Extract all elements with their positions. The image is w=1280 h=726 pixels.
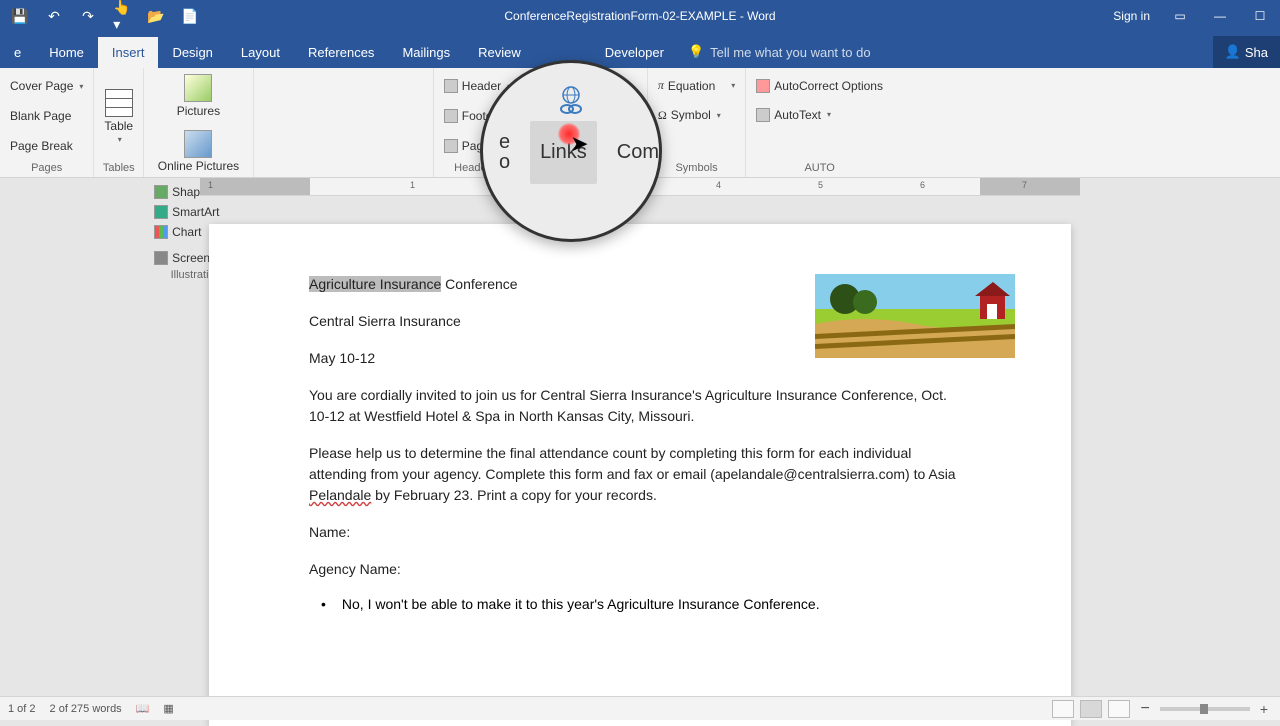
group-tables: Table▾ Tables <box>94 68 144 177</box>
doc-paragraph-2[interactable]: Please help us to determine the final at… <box>309 443 971 506</box>
header-icon <box>444 79 458 93</box>
cover-page-button[interactable]: Cover Page▾ <box>6 77 87 95</box>
group-pages: Cover Page▾ Blank Page Page Break Pages <box>0 68 94 177</box>
mag-left-text: e o <box>483 132 510 172</box>
window-title: ConferenceRegistrationForm-02-EXAMPLE - … <box>504 9 775 23</box>
maximize-icon[interactable]: ☐ <box>1250 6 1270 26</box>
tab-design[interactable]: Design <box>158 37 226 68</box>
farm-clipart[interactable] <box>815 274 1015 358</box>
zoom-out-button[interactable]: − <box>1136 700 1153 718</box>
tab-insert[interactable]: Insert <box>98 37 159 68</box>
page-break-button[interactable]: Page Break <box>6 137 87 155</box>
open-icon[interactable]: 📂 <box>148 8 164 24</box>
share-button[interactable]: 👤 Sha <box>1213 36 1280 68</box>
symbol-button[interactable]: Ω Symbol▾ <box>654 106 739 125</box>
screenshot-icon <box>154 251 168 265</box>
group-illustrations: Pictures Online Pictures Shapes▾ SmartAr… <box>144 68 254 177</box>
bullet-icon: • <box>321 596 326 612</box>
link-globe-icon <box>549 85 593 115</box>
shapes-icon <box>154 185 168 199</box>
table-icon <box>105 89 133 117</box>
pages-group-label: Pages <box>6 160 87 177</box>
tab-references[interactable]: References <box>294 37 388 68</box>
cursor-icon: ➤ <box>570 131 588 157</box>
smartart-button[interactable]: SmartArt <box>150 203 247 221</box>
title-bar: 💾 ↶ ↷ 👆▾ 📂 📄 ConferenceRegistrationForm-… <box>0 0 1280 32</box>
magnifier-overlay: e o Links ➤ Com <box>480 60 662 242</box>
tables-group-label: Tables <box>100 160 137 177</box>
quick-access-toolbar: 💾 ↶ ↷ 👆▾ 📂 📄 <box>0 8 198 24</box>
online-pictures-icon <box>184 130 212 158</box>
zoom-slider[interactable] <box>1160 707 1250 711</box>
doc-paragraph-1[interactable]: You are cordially invited to join us for… <box>309 385 971 427</box>
page-number-icon <box>444 139 458 153</box>
autocorrect-icon <box>756 79 770 93</box>
farm-svg-icon <box>815 274 1015 358</box>
redo-icon[interactable]: ↷ <box>80 8 96 24</box>
tab-home[interactable]: Home <box>35 37 98 68</box>
blank-page-button[interactable]: Blank Page <box>6 107 87 125</box>
links-button-magnified[interactable]: Links ➤ <box>530 121 597 184</box>
group-symbols: π Equation▾ Ω Symbol▾ Symbols <box>648 68 746 177</box>
spell-check-icon[interactable]: 📖 <box>136 702 150 715</box>
table-button[interactable]: Table▾ <box>100 87 137 146</box>
sign-in-link[interactable]: Sign in <box>1113 9 1150 23</box>
tell-me-box[interactable]: 💡 Tell me what you want to do <box>688 44 871 68</box>
tab-layout[interactable]: Layout <box>227 37 294 68</box>
status-bar: 1 of 2 2 of 275 words 📖 ▦ − + <box>0 696 1280 720</box>
tab-mailings[interactable]: Mailings <box>388 37 464 68</box>
equation-button[interactable]: π Equation▾ <box>654 76 739 95</box>
autocorrect-button[interactable]: AutoCorrect Options <box>752 77 887 95</box>
autotext-button[interactable]: AutoText▾ <box>752 106 887 124</box>
touch-mode-icon[interactable]: 👆▾ <box>114 8 130 24</box>
word-count[interactable]: 2 of 275 words <box>50 703 122 715</box>
title-right: Sign in ▭ — ☐ <box>1113 6 1270 26</box>
doc-name-field[interactable]: Name: <box>309 522 971 543</box>
tab-file-partial[interactable]: e <box>0 37 35 68</box>
lightbulb-icon: 💡 <box>688 44 704 60</box>
web-layout-button[interactable] <box>1108 700 1130 718</box>
pictures-icon <box>184 74 212 102</box>
pictures-button[interactable]: Pictures <box>150 72 247 120</box>
person-icon: 👤 <box>1225 44 1241 60</box>
symbol-icon: Ω <box>658 108 667 123</box>
symbols-group-label: Symbols <box>654 160 739 177</box>
undo-icon[interactable]: ↶ <box>46 8 62 24</box>
read-mode-button[interactable] <box>1052 700 1074 718</box>
ribbon-hidden-area <box>254 68 434 177</box>
ribbon-options-icon[interactable]: ▭ <box>1170 6 1190 26</box>
page-count[interactable]: 1 of 2 <box>8 703 36 715</box>
doc-bullet-1[interactable]: • No, I won't be able to make it to this… <box>321 596 971 612</box>
online-pictures-button[interactable]: Online Pictures <box>150 128 247 175</box>
document-page[interactable]: Agriculture Insurance Conference Central… <box>209 224 1071 726</box>
footer-icon <box>444 109 458 123</box>
mag-right-text: Com <box>617 141 659 164</box>
minimize-icon[interactable]: — <box>1210 6 1230 26</box>
tell-me-placeholder: Tell me what you want to do <box>710 45 870 60</box>
group-auto: AutoCorrect Options AutoText▾ AUTO <box>746 68 893 177</box>
doc-agency-field[interactable]: Agency Name: <box>309 559 971 580</box>
chart-icon <box>154 225 168 239</box>
zoom-in-button[interactable]: + <box>1256 701 1272 717</box>
macro-icon[interactable]: ▦ <box>163 702 173 715</box>
print-layout-button[interactable] <box>1080 700 1102 718</box>
autotext-icon <box>756 108 770 122</box>
smartart-icon <box>154 205 168 219</box>
new-doc-icon[interactable]: 📄 <box>182 8 198 24</box>
save-icon[interactable]: 💾 <box>12 8 28 24</box>
auto-group-label: AUTO <box>752 160 887 177</box>
